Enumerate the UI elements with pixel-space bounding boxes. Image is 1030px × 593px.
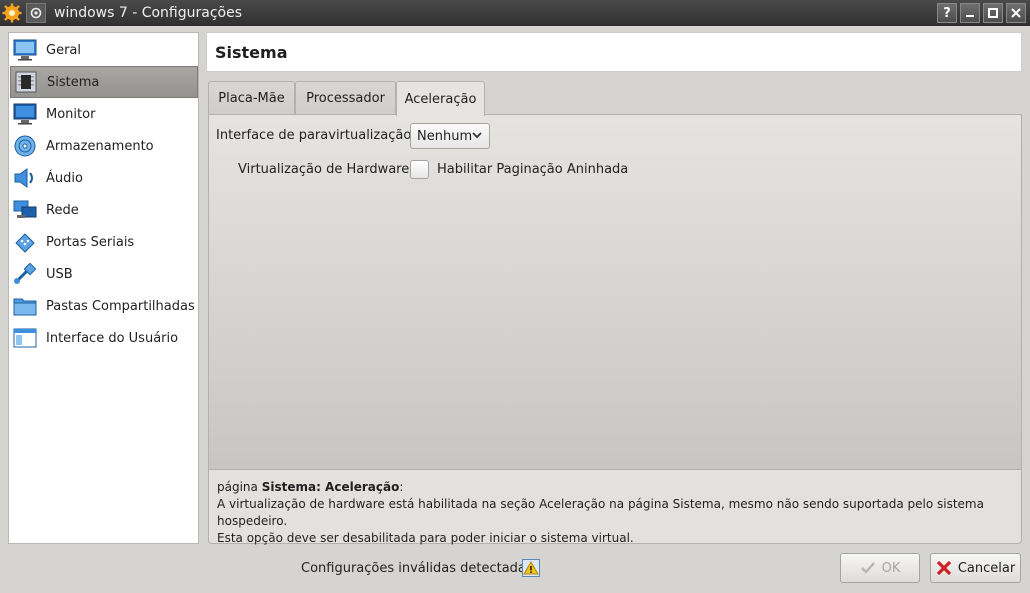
serial-port-icon [12, 229, 38, 255]
network-icon [12, 197, 38, 223]
sidebar-item-armazenamento[interactable]: Armazenamento [10, 130, 198, 162]
sidebar-item-usb[interactable]: USB [10, 258, 198, 290]
help-button[interactable]: ? [937, 3, 957, 23]
folder-icon [12, 293, 38, 319]
sidebar-item-geral[interactable]: Geral [10, 34, 198, 66]
virtualbox-logo-icon [1, 2, 23, 24]
sidebar-item-interface-do-usuario[interactable]: Interface do Usuário [10, 322, 198, 354]
sidebar-item-label: Portas Seriais [46, 234, 135, 250]
window-titlebar: windows 7 - Configurações ? [0, 0, 1030, 26]
paravirtualization-value: Nenhum [417, 128, 473, 144]
sidebar-item-monitor[interactable]: Monitor [10, 98, 198, 130]
checkmark-icon [860, 562, 875, 574]
nested-paging-label[interactable]: Habilitar Paginação Aninhada [437, 162, 628, 177]
paravirtualization-select[interactable]: Nenhum [410, 123, 490, 149]
sidebar-item-label: Armazenamento [46, 138, 154, 154]
tab-label: Aceleração [404, 91, 477, 107]
speaker-icon [12, 165, 38, 191]
cancel-label: Cancelar [957, 560, 1016, 576]
tab-processador[interactable]: Processador [295, 81, 396, 115]
settings-sidebar: Geral Sistema Monitor Armazenamento Áudi… [8, 32, 199, 544]
close-button[interactable] [1006, 3, 1026, 23]
monitor-general-icon [12, 37, 38, 63]
warning-icon[interactable] [522, 559, 540, 577]
tab-label: Processador [306, 91, 385, 106]
tab-label: Placa-Mãe [218, 91, 285, 106]
sidebar-item-label: Sistema [47, 74, 100, 90]
validation-info-box: página Sistema: Aceleração: A virtualiza… [208, 469, 1022, 545]
maximize-button[interactable] [983, 3, 1003, 23]
chevron-down-icon [471, 129, 483, 145]
sidebar-item-label: Interface do Usuário [46, 330, 179, 346]
sidebar-item-portas-seriais[interactable]: Portas Seriais [10, 226, 198, 258]
ok-button[interactable]: OK [840, 553, 920, 583]
hardware-virtualization-label: Virtualização de Hardware: [238, 162, 414, 177]
chip-icon [13, 69, 39, 95]
minimize-button[interactable] [960, 3, 980, 23]
window-title: windows 7 - Configurações [54, 5, 243, 21]
sidebar-item-rede[interactable]: Rede [10, 194, 198, 226]
info-line-1: A virtualização de hardware está habilit… [217, 497, 984, 528]
info-heading: página Sistema: Aceleração: [217, 480, 404, 494]
sidebar-item-label: Áudio [46, 170, 83, 186]
tab-aceleracao[interactable]: Aceleração [396, 81, 485, 116]
cancel-x-icon [936, 560, 951, 576]
window-menu-button[interactable] [26, 3, 46, 23]
usb-icon [12, 261, 38, 287]
nested-paging-checkbox[interactable] [410, 160, 429, 179]
sidebar-item-label: USB [46, 266, 73, 282]
close-icon [1011, 8, 1021, 18]
sidebar-item-pastas-compartilhadas[interactable]: Pastas Compartilhadas [10, 290, 198, 322]
invalid-settings-text: Configurações inválidas detectadas [301, 561, 533, 576]
sidebar-item-label: Pastas Compartilhadas [46, 298, 195, 314]
user-interface-icon [12, 325, 38, 351]
sidebar-item-label: Monitor [46, 106, 96, 122]
sidebar-item-label: Geral [46, 42, 81, 58]
maximize-icon [988, 8, 998, 18]
cancel-button[interactable]: Cancelar [930, 553, 1021, 583]
info-page-name: Sistema: Aceleração [261, 480, 400, 494]
display-icon [12, 101, 38, 127]
disk-icon [12, 133, 38, 159]
sidebar-item-sistema[interactable]: Sistema [10, 66, 198, 98]
info-line-2: Esta opção deve ser desabilitada para po… [217, 531, 634, 545]
paravirtualization-label: Interface de paravirtualização: [216, 128, 416, 143]
sidebar-item-audio[interactable]: Áudio [10, 162, 198, 194]
ok-label: OK [881, 560, 901, 576]
minimize-icon [966, 15, 974, 17]
sidebar-item-label: Rede [46, 202, 79, 218]
page-title: Sistema [215, 43, 288, 62]
page-header: Sistema [206, 32, 1022, 72]
tab-placa-mae[interactable]: Placa-Mãe [208, 81, 295, 115]
